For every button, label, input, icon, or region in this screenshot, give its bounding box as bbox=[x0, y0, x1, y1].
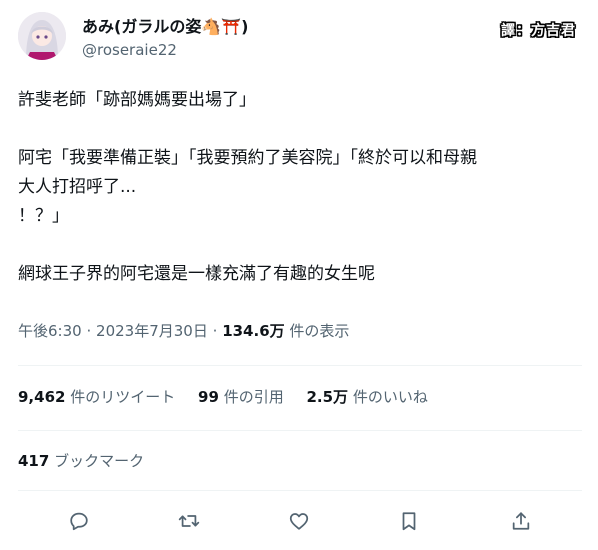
heart-icon bbox=[289, 513, 309, 530]
user-handle[interactable]: @roseraie22 bbox=[82, 41, 177, 59]
likes-label: 件のいいね bbox=[352, 388, 428, 406]
avatar[interactable] bbox=[18, 12, 66, 60]
tweet-line: 阿宅「我要準備正裝」「我要預約了美容院」「終於可以和母親 bbox=[18, 148, 477, 168]
tweet-line: 許斐老師「跡部媽媽要出場了」 bbox=[18, 90, 256, 110]
bookmarks-count: 417 bbox=[18, 452, 50, 470]
bookmark-button[interactable] bbox=[396, 508, 422, 534]
bookmark-icon bbox=[402, 512, 416, 531]
retweets-stat[interactable]: 9,462 件のリツイート bbox=[18, 388, 175, 406]
avatar-image bbox=[18, 12, 66, 60]
meta-separator: · bbox=[212, 322, 218, 340]
tweet-time[interactable]: 午後6:30 bbox=[18, 322, 82, 340]
share-button[interactable] bbox=[508, 508, 534, 534]
reply-icon bbox=[70, 512, 88, 531]
divider bbox=[18, 490, 582, 491]
quotes-label: 件の引用 bbox=[223, 388, 284, 406]
tweet-text: 許斐老師「跡部媽媽要出場了」 阿宅「我要準備正裝」「我要預約了美容院」「終於可以… bbox=[18, 86, 586, 289]
likes-count: 2.5万 bbox=[306, 388, 349, 406]
engagement-stats: 9,462 件のリツイート 99 件の引用 2.5万 件のいいね bbox=[18, 386, 446, 407]
bookmarks-label: ブックマーク bbox=[54, 452, 145, 470]
retweets-count: 9,462 bbox=[18, 388, 66, 406]
tweet-line: 網球王子界的阿宅還是一樣充滿了有趣的女生呢 bbox=[18, 264, 375, 284]
meta-separator: · bbox=[86, 322, 92, 340]
retweets-label: 件のリツイート bbox=[70, 388, 176, 406]
display-name[interactable]: あみ(ガラルの姿🐴⛩️) bbox=[82, 13, 248, 37]
divider bbox=[18, 430, 582, 431]
like-button[interactable] bbox=[286, 508, 312, 534]
share-icon bbox=[512, 512, 530, 530]
retweet-icon bbox=[178, 515, 200, 527]
quotes-stat[interactable]: 99 件の引用 bbox=[198, 388, 284, 406]
translator-watermark: 譯：方吉君 bbox=[501, 23, 576, 39]
tweet-meta: 午後6:30 · 2023年7月30日 · 134.6万 件の表示 bbox=[18, 320, 349, 341]
divider bbox=[18, 365, 582, 366]
quotes-count: 99 bbox=[198, 388, 219, 406]
tweet-date[interactable]: 2023年7月30日 bbox=[96, 322, 208, 340]
bookmarks-stat[interactable]: 417 ブックマーク bbox=[18, 450, 144, 471]
retweet-button[interactable] bbox=[176, 508, 202, 534]
tweet-line: 大人打招呼了... bbox=[18, 177, 137, 197]
reply-button[interactable] bbox=[66, 508, 92, 534]
views-label: 件の表示 bbox=[289, 322, 350, 340]
tweet-line: ！？」 bbox=[18, 206, 69, 226]
views-count: 134.6万 bbox=[222, 322, 285, 340]
likes-stat[interactable]: 2.5万 件のいいね bbox=[306, 388, 427, 406]
